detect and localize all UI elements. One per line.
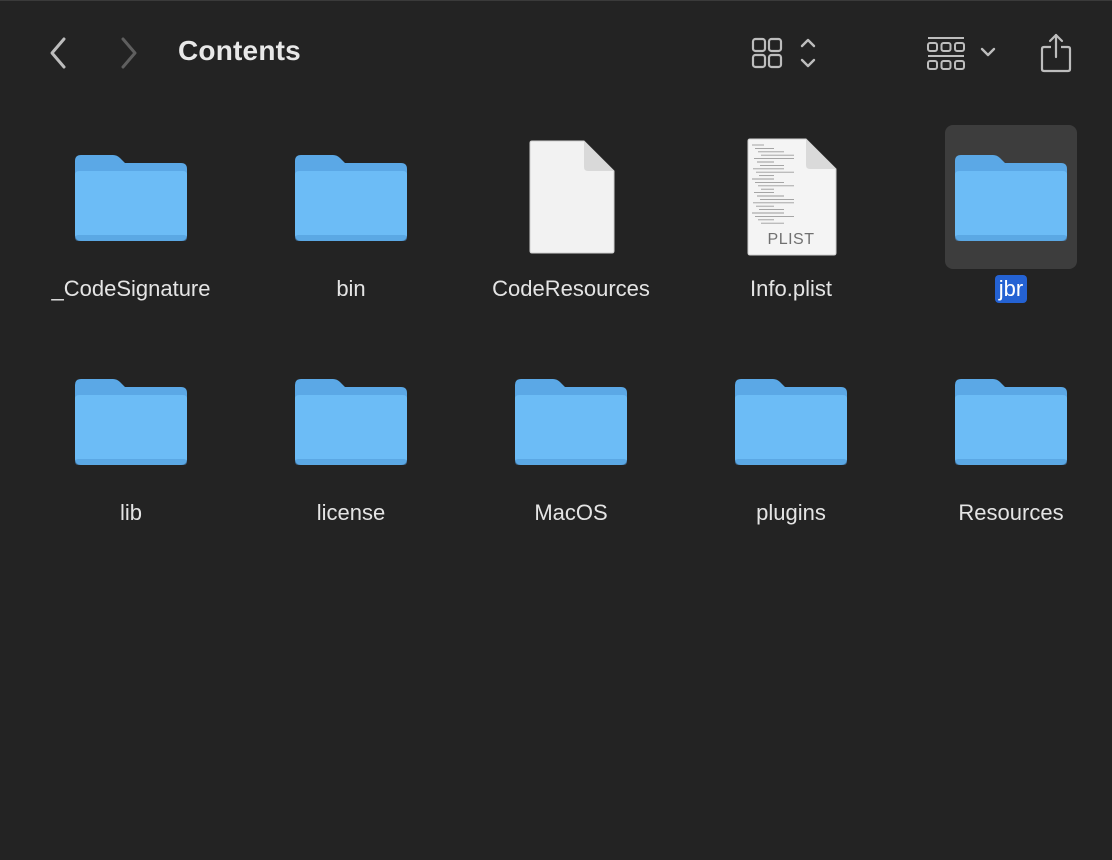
grid-item-plugins[interactable]: plugins [681, 349, 901, 549]
grid-item-lib[interactable]: lib [21, 349, 241, 549]
grid-item-codesignature[interactable]: _CodeSignature [21, 125, 241, 325]
forward-button[interactable] [115, 33, 143, 73]
share-icon [1040, 33, 1072, 73]
chevron-left-icon [50, 37, 66, 69]
toolbar: Contents [0, 1, 1112, 101]
folder-icon [955, 379, 1067, 465]
folder-icon [955, 155, 1067, 241]
group-by-button[interactable] [924, 31, 1000, 75]
grid-item-resources[interactable]: Resources [901, 349, 1112, 549]
document-icon [529, 140, 615, 254]
grid-item-jbr[interactable]: jbr [901, 125, 1112, 325]
grid-item-coderesources[interactable]: CodeResources [461, 125, 681, 325]
item-label: Resources [901, 499, 1112, 527]
icon-tile[interactable] [725, 349, 857, 493]
folder-icon [75, 155, 187, 241]
item-name: lib [119, 500, 142, 525]
plist-badge: PLIST [767, 231, 815, 248]
icon-tile[interactable] [65, 349, 197, 493]
finder-window: Contents _CodeSignature bin CodeResource… [0, 0, 1112, 860]
icon-tile[interactable] [505, 125, 637, 269]
item-label: jbr [901, 275, 1112, 303]
item-label: lib [21, 499, 241, 527]
folder-icon [295, 155, 407, 241]
item-label: MacOS [461, 499, 681, 527]
item-name: MacOS [534, 500, 608, 525]
icon-tile[interactable]: PLIST [725, 125, 857, 269]
item-name: license [316, 500, 386, 525]
item-name: jbr [994, 275, 1028, 303]
item-label: plugins [681, 499, 901, 527]
item-name: Resources [958, 500, 1064, 525]
icon-tile[interactable] [285, 349, 417, 493]
folder-icon [75, 379, 187, 465]
item-name: plugins [756, 500, 826, 525]
item-label: bin [241, 275, 461, 303]
back-button[interactable] [44, 33, 72, 73]
grid-item-bin[interactable]: bin [241, 125, 461, 325]
selected-icon-tile[interactable] [945, 125, 1077, 269]
icon-grid-icon [751, 37, 816, 69]
item-name: Info.plist [750, 276, 832, 301]
grid-item-macos[interactable]: MacOS [461, 349, 681, 549]
item-name: CodeResources [492, 276, 650, 301]
item-label: license [241, 499, 461, 527]
grid-item-info-plist[interactable]: PLIST Info.plist [681, 125, 901, 325]
folder-icon [735, 379, 847, 465]
folder-icon [295, 379, 407, 465]
icon-tile[interactable] [285, 125, 417, 269]
icon-tile[interactable] [505, 349, 637, 493]
icon-tile[interactable] [65, 125, 197, 269]
share-button[interactable] [1036, 31, 1076, 75]
item-label: _CodeSignature [21, 275, 241, 303]
window-title: Contents [178, 35, 301, 66]
item-label: Info.plist [681, 275, 901, 303]
item-name: _CodeSignature [51, 276, 211, 301]
item-name: bin [336, 276, 366, 301]
folder-icon [515, 379, 627, 465]
chevron-right-icon [121, 37, 137, 69]
icon-tile[interactable] [945, 349, 1077, 493]
view-mode-button[interactable] [748, 31, 824, 75]
group-grid-icon [927, 37, 996, 70]
item-label: CodeResources [461, 275, 681, 303]
grid-item-license[interactable]: license [241, 349, 461, 549]
